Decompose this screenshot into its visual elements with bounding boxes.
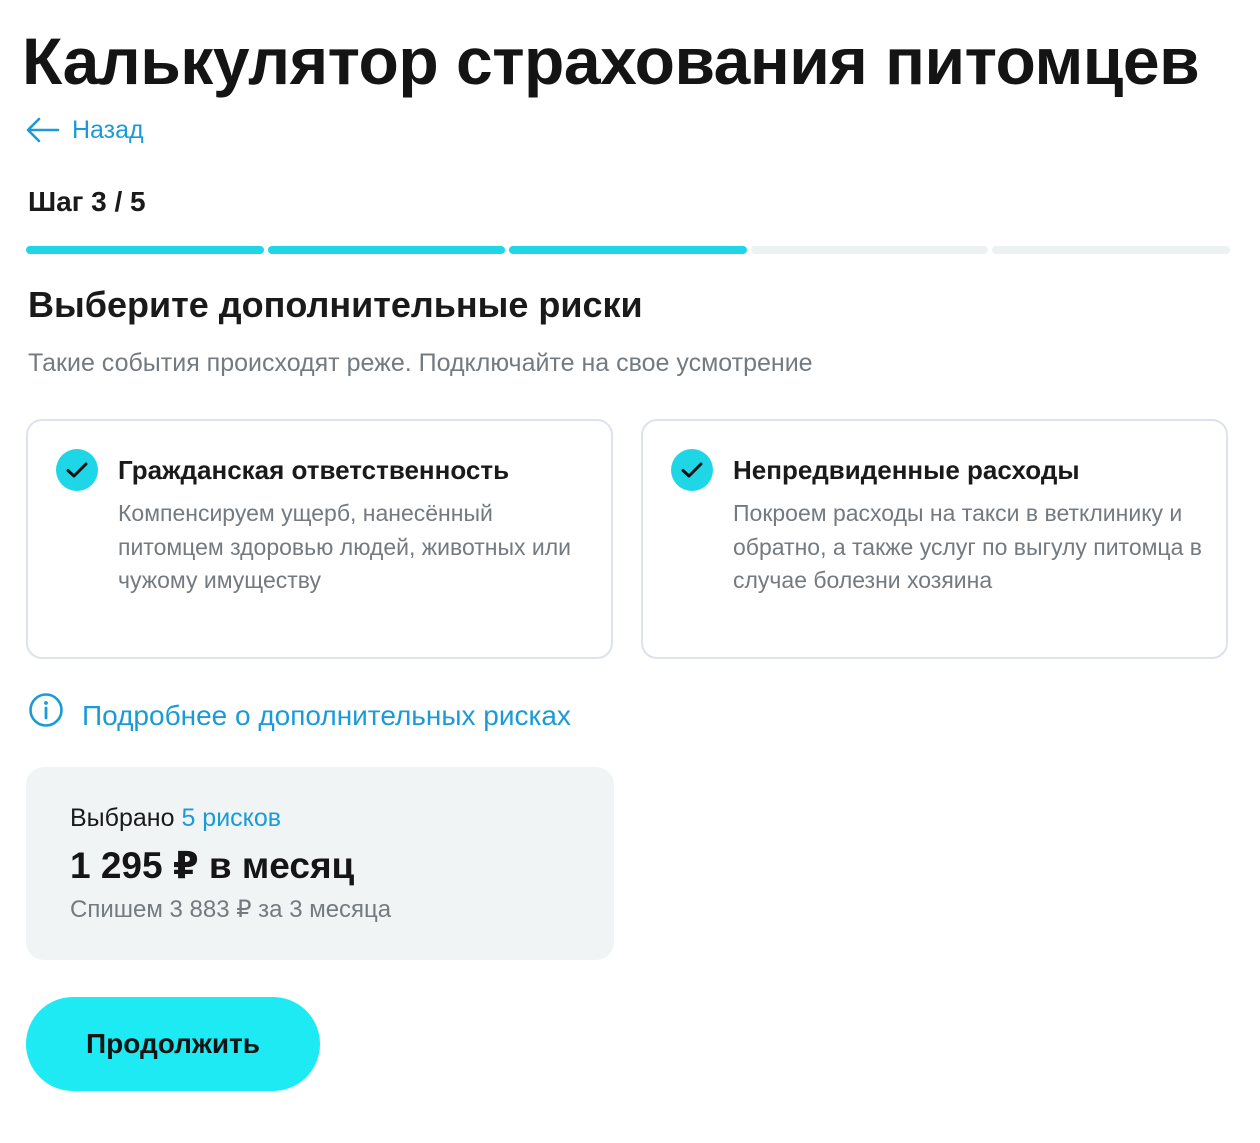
risk-title: Гражданская ответственность <box>118 455 510 485</box>
risk-card-civil-liability[interactable]: Гражданская ответственность Компенсируем… <box>26 419 613 659</box>
continue-button[interactable]: Продолжить <box>26 997 320 1091</box>
charge-note: Спишем 3 883 ₽ за 3 месяца <box>70 896 392 923</box>
progress-segment <box>992 246 1230 254</box>
step-label: Шаг 3 / 5 <box>28 186 146 217</box>
progress-segment <box>26 246 264 254</box>
progress-segment <box>750 246 989 254</box>
risk-description: Покроем расходы на такси в ветклинику и … <box>733 500 1203 593</box>
section-title: Выберите дополнительные риски <box>28 284 643 325</box>
back-link[interactable]: Назад <box>26 112 144 148</box>
page: Калькулятор страхования питомцев Назад Ш… <box>0 0 1260 1143</box>
checkmark-icon[interactable] <box>56 449 98 491</box>
price-summary: Выбрано 5 рисков 1 295 ₽ в месяц Спишем … <box>26 767 614 960</box>
selected-count-link[interactable]: 5 рисков <box>181 804 281 832</box>
risk-title: Непредвиденные расходы <box>733 455 1080 485</box>
info-icon <box>28 692 64 739</box>
more-info-label: Подробнее о дополнительных рисках <box>82 699 571 731</box>
back-link-label: Назад <box>72 115 144 144</box>
risk-description: Компенсируем ущерб, нанесённый питомцем … <box>118 500 572 593</box>
arrow-left-icon <box>26 117 60 143</box>
more-info-link[interactable]: Подробнее о дополнительных рисках <box>28 692 571 739</box>
selected-prefix: Выбрано <box>70 804 175 832</box>
section-subtitle: Такие события происходят реже. Подключай… <box>28 349 813 377</box>
risk-card-unexpected-expenses[interactable]: Непредвиденные расходы Покроем расходы н… <box>641 419 1228 659</box>
monthly-price: 1 295 ₽ в месяц <box>70 845 355 886</box>
checkmark-icon[interactable] <box>671 449 713 491</box>
page-title: Калькулятор страхования питомцев <box>22 24 1200 98</box>
step-progress-bar <box>26 246 1230 254</box>
selected-risks-line: Выбрано 5 рисков <box>70 801 614 835</box>
progress-segment <box>509 246 747 254</box>
progress-segment <box>267 246 506 254</box>
